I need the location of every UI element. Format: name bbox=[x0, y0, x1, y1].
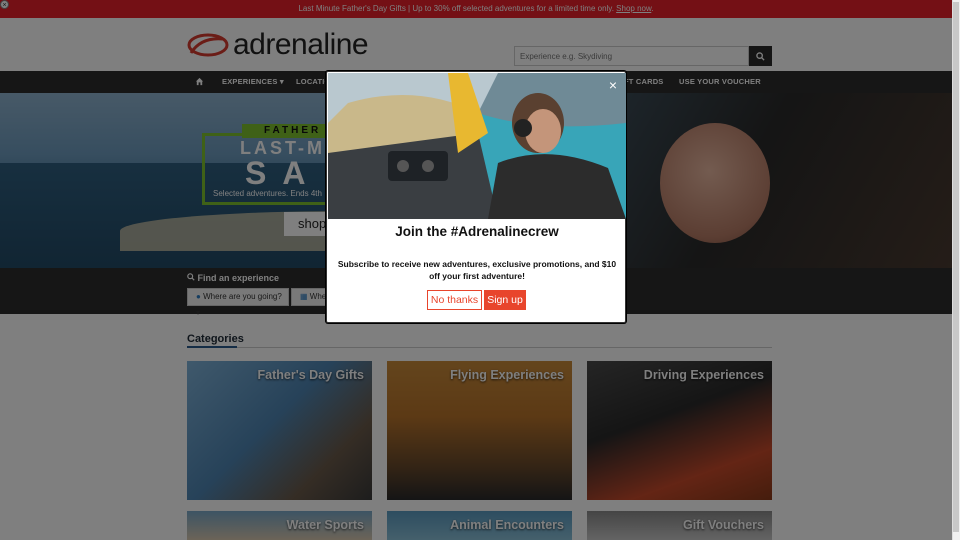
scrollbar-thumb[interactable] bbox=[953, 2, 959, 532]
modal-title: Join the #Adrenalinecrew bbox=[395, 224, 559, 239]
modal-close-icon[interactable]: × bbox=[605, 77, 621, 93]
signup-modal: × Join the #Adrenalinecrew Subscribe to … bbox=[326, 71, 626, 323]
sign-up-button[interactable]: Sign up bbox=[484, 290, 526, 310]
modal-pilot-image: × bbox=[328, 73, 626, 219]
modal-description: Subscribe to receive new adventures, exc… bbox=[337, 259, 617, 281]
no-thanks-button[interactable]: No thanks bbox=[427, 290, 482, 310]
cockpit-illustration bbox=[328, 73, 626, 219]
